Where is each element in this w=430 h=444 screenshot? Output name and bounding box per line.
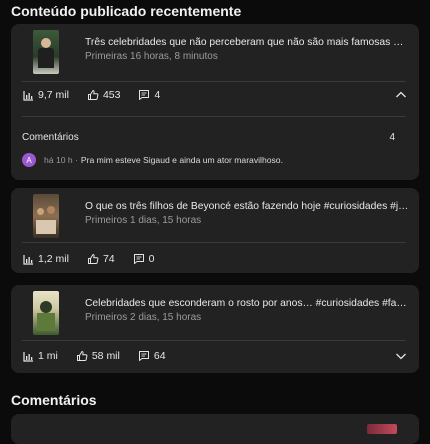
post-subtitle: Primeiros 2 dias, 15 horas bbox=[85, 312, 202, 323]
post-thumbnail[interactable] bbox=[33, 30, 59, 74]
bar-chart-icon bbox=[23, 254, 33, 265]
likes-stat: 74 bbox=[87, 253, 115, 265]
likes-count: 74 bbox=[102, 253, 115, 265]
comments-stat: 4 bbox=[138, 89, 160, 101]
bar-chart-icon bbox=[23, 351, 33, 362]
post-subtitle: Primeiros 1 dias, 15 horas bbox=[85, 215, 202, 226]
post-subtitle: Primeiras 16 horas, 8 minutos bbox=[85, 51, 218, 62]
post-title[interactable]: Três celebridades que não perceberam que… bbox=[85, 37, 409, 48]
views-stat: 1 mi bbox=[23, 350, 58, 362]
comments-stat: 0 bbox=[133, 253, 155, 265]
comments-count: 0 bbox=[148, 253, 155, 265]
likes-count: 58 mil bbox=[91, 350, 120, 362]
comments-header[interactable]: Comentários 4 bbox=[22, 132, 395, 143]
comments-stat: 64 bbox=[138, 350, 166, 362]
post-title[interactable]: O que os três filhos de Beyoncé estão fa… bbox=[85, 201, 409, 212]
likes-count: 453 bbox=[102, 89, 121, 101]
comments-count: 64 bbox=[153, 350, 166, 362]
section-title-comments: Comentários bbox=[11, 392, 97, 408]
thumbs-up-icon bbox=[76, 351, 88, 361]
likes-stat: 58 mil bbox=[76, 350, 120, 362]
views-count: 9,7 mil bbox=[38, 89, 69, 101]
post-title[interactable]: Celebridades que esconderam o rosto por … bbox=[85, 298, 409, 309]
comments-count: 4 bbox=[154, 89, 161, 101]
views-stat: 1,2 mil bbox=[23, 253, 69, 265]
divider bbox=[22, 81, 406, 82]
comment-icon bbox=[133, 254, 144, 264]
post-card-2[interactable]: O que os três filhos de Beyoncé estão fa… bbox=[11, 188, 419, 273]
divider bbox=[22, 242, 406, 243]
chevron-up-icon[interactable] bbox=[395, 90, 407, 100]
post-card-1[interactable]: Três celebridades que não perceberam que… bbox=[11, 24, 419, 180]
comment-text: Pra mim esteve Sigaud e ainda um ator ma… bbox=[80, 155, 283, 165]
comment-icon bbox=[138, 351, 149, 361]
comment-card[interactable] bbox=[11, 414, 419, 444]
thumbs-up-icon bbox=[87, 254, 99, 264]
post-card-3[interactable]: Celebridades que esconderam o rosto por … bbox=[11, 285, 419, 373]
bar-chart-icon bbox=[23, 90, 33, 101]
comment-time: há 10 h · bbox=[44, 155, 78, 165]
avatar[interactable]: A bbox=[22, 153, 36, 167]
chevron-down-icon[interactable] bbox=[395, 351, 407, 361]
views-count: 1 mi bbox=[38, 350, 58, 362]
views-count: 1,2 mil bbox=[38, 253, 69, 265]
comment-thumbnail[interactable] bbox=[367, 424, 397, 434]
post-thumbnail[interactable] bbox=[33, 194, 59, 238]
divider bbox=[22, 340, 406, 341]
divider bbox=[22, 116, 406, 117]
comments-total: 4 bbox=[389, 132, 395, 143]
section-title-recent: Conteúdo publicado recentemente bbox=[11, 3, 242, 19]
views-stat: 9,7 mil bbox=[23, 89, 69, 101]
likes-stat: 453 bbox=[87, 89, 121, 101]
comments-label: Comentários bbox=[22, 132, 79, 143]
comment-icon bbox=[139, 90, 150, 100]
thumbs-up-icon bbox=[87, 90, 99, 100]
comment-item[interactable]: A há 10 h · Pra mim esteve Sigaud e aind… bbox=[22, 153, 283, 167]
post-thumbnail[interactable] bbox=[33, 291, 59, 335]
